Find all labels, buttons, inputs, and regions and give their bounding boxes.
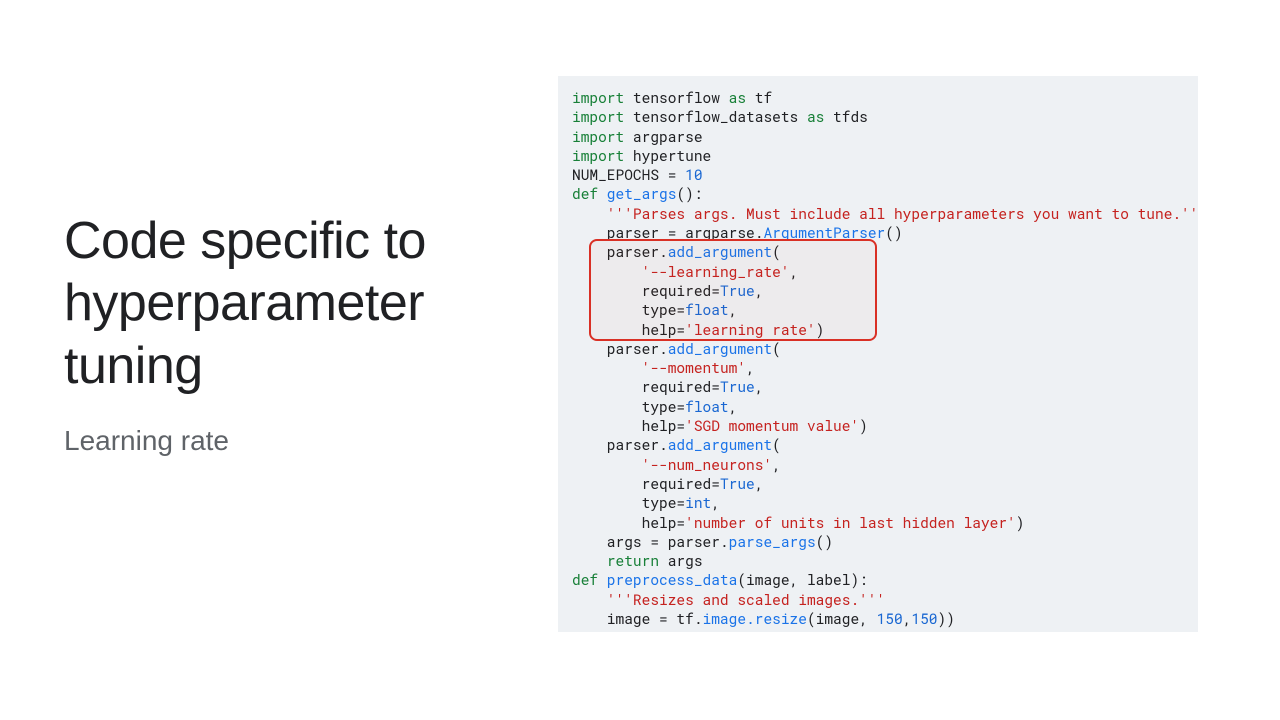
code-line-17: type=float,: [572, 397, 737, 416]
code-line-08: parser = argparse.ArgumentParser(): [572, 223, 903, 242]
code-line-09: parser.add_argument(: [572, 242, 781, 261]
code-line-11: required=True,: [572, 281, 763, 300]
code-line-03: import argparse: [572, 127, 703, 146]
code-line-18: help='SGD momentum value'): [572, 416, 868, 435]
code-line-13: help='learning rate'): [572, 320, 824, 339]
code-line-01: import tensorflow as tf: [572, 88, 772, 107]
slide-title: Code specific to hyperparameter tuning: [64, 210, 484, 397]
code-line-26: def preprocess_data(image, label):: [572, 570, 868, 589]
code-line-02: import tensorflow_datasets as tfds: [572, 107, 868, 126]
code-line-15: '--momentum',: [572, 358, 755, 377]
code-line-16: required=True,: [572, 377, 763, 396]
left-text-block: Code specific to hyperparameter tuning L…: [64, 210, 484, 457]
code-panel: import tensorflow as tf import tensorflo…: [558, 76, 1198, 632]
code-line-25: return args: [572, 551, 703, 570]
code-line-06: def get_args():: [572, 184, 703, 203]
code-line-21: required=True,: [572, 474, 763, 493]
slide: Code specific to hyperparameter tuning L…: [0, 0, 1280, 720]
title-line-1: Code specific to: [64, 212, 426, 270]
code-line-07: '''Parses args. Must include all hyperpa…: [572, 204, 1198, 223]
code-line-19: parser.add_argument(: [572, 435, 781, 454]
code-line-12: type=float,: [572, 300, 737, 319]
code-line-24: args = parser.parse_args(): [572, 532, 833, 551]
code-line-05: NUM_EPOCHS = 10: [572, 165, 703, 184]
code-line-28: image = tf.image.resize(image, 150,150)): [572, 609, 955, 628]
title-line-2: hyperparameter: [64, 274, 424, 332]
code-line-23: help='number of units in last hidden lay…: [572, 513, 1024, 532]
code-line-20: '--num_neurons',: [572, 455, 781, 474]
code-line-27: '''Resizes and scaled images.''': [572, 590, 885, 609]
code-line-04: import hypertune: [572, 146, 711, 165]
title-line-3: tuning: [64, 337, 203, 395]
code-line-14: parser.add_argument(: [572, 339, 781, 358]
code-line-10: '--learning_rate',: [572, 262, 798, 281]
slide-subtitle: Learning rate: [64, 425, 484, 457]
code-line-22: type=int,: [572, 493, 720, 512]
